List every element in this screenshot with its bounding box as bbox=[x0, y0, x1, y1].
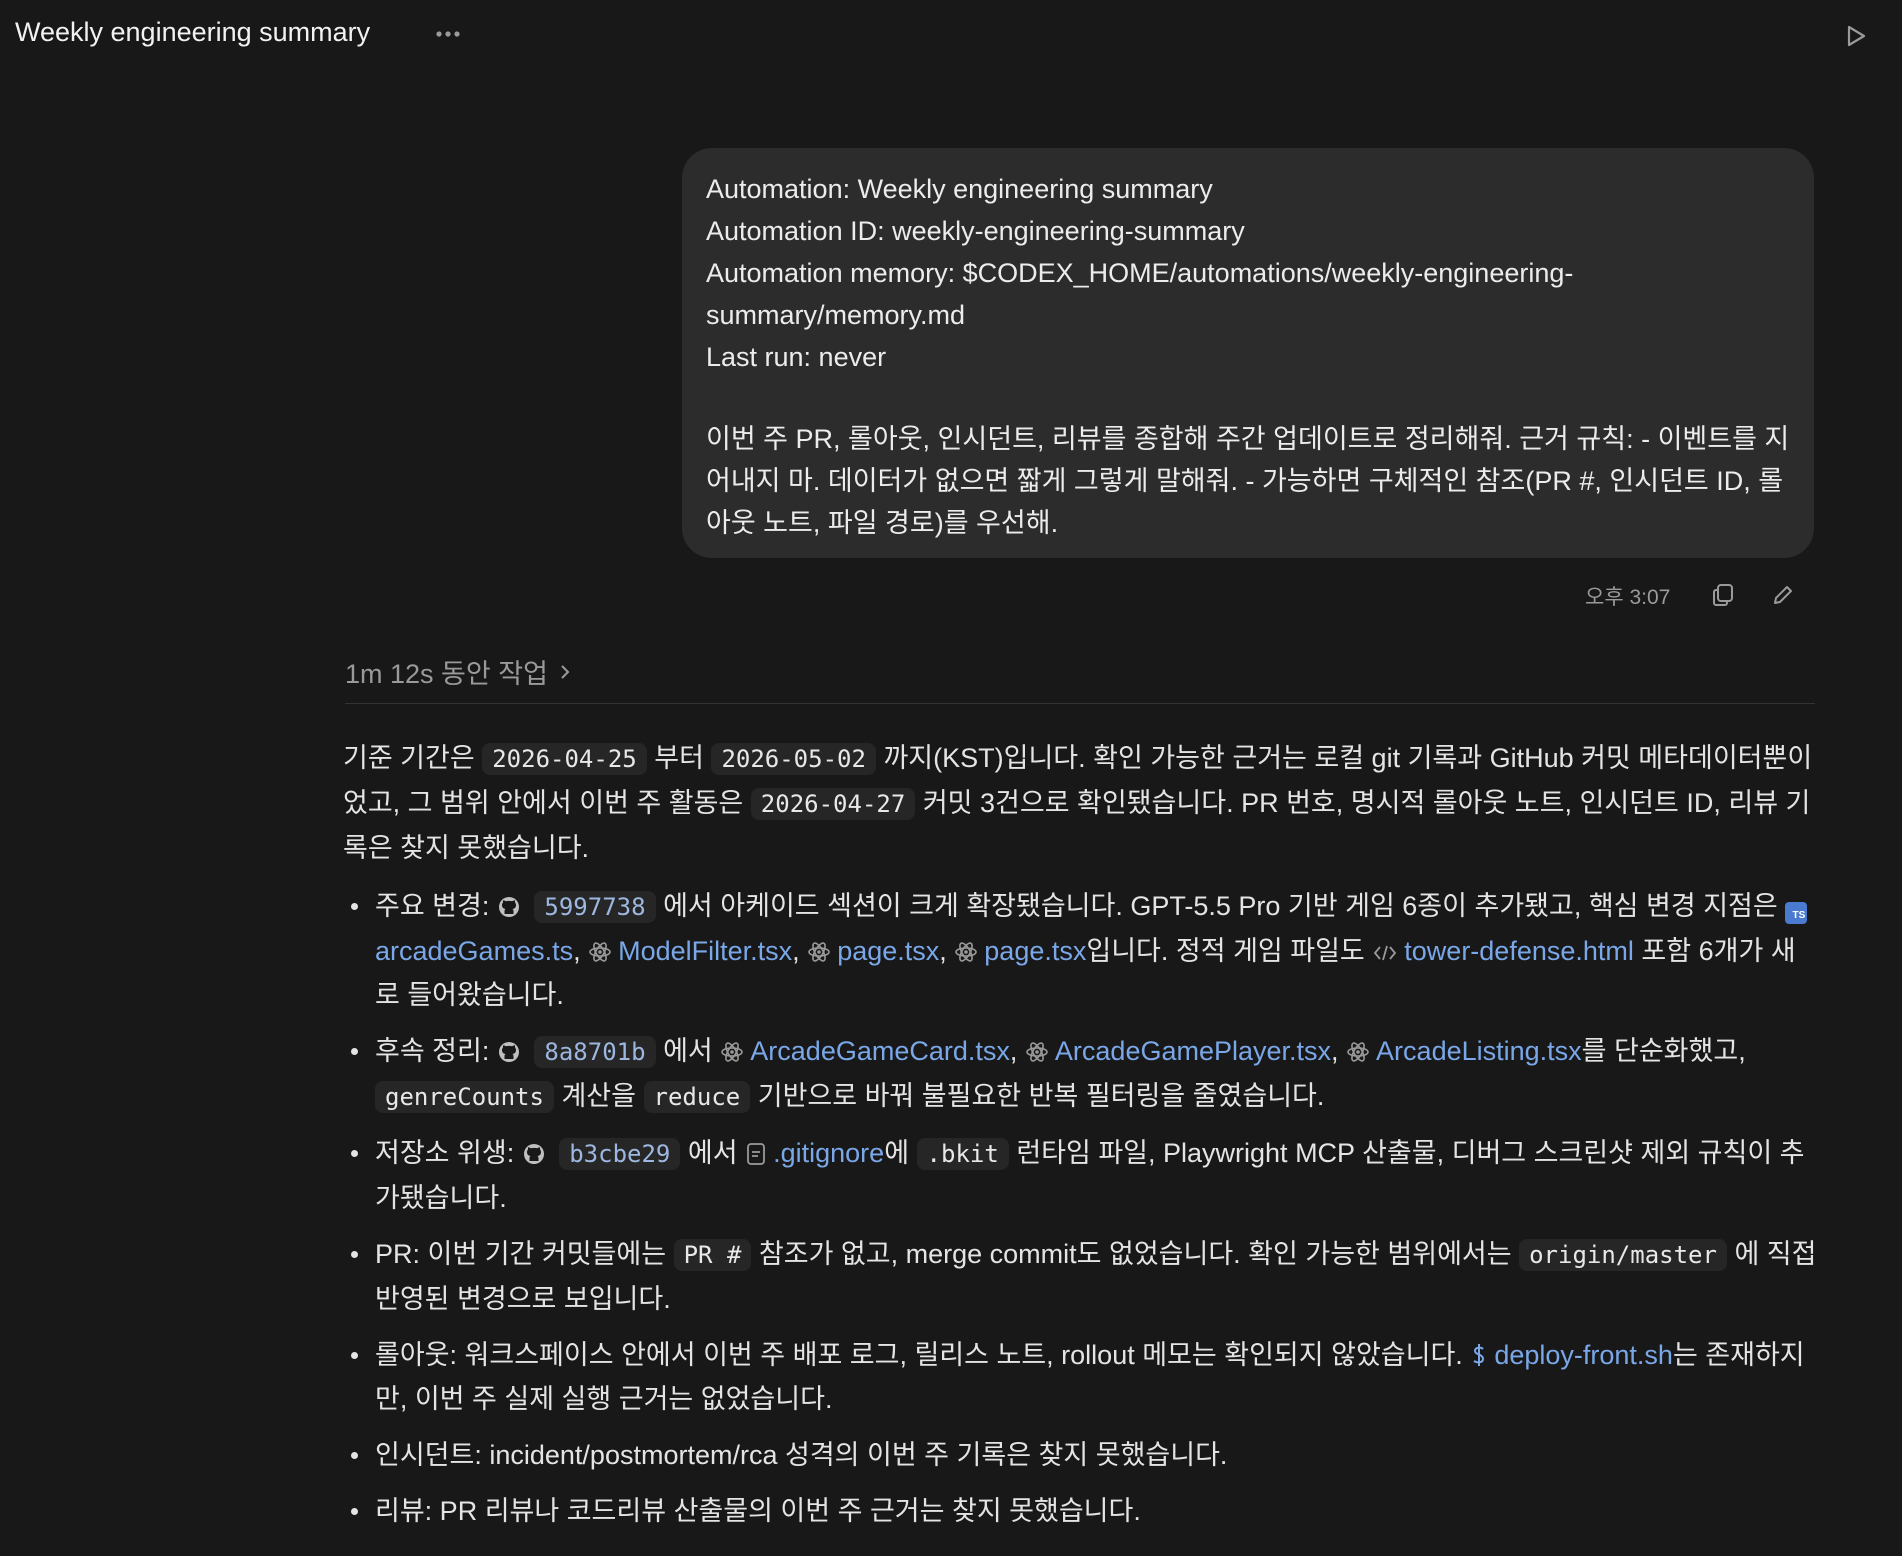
github-icon bbox=[523, 1144, 544, 1164]
file-link[interactable]: .gitignore bbox=[773, 1138, 884, 1168]
file-link[interactable]: ArcadeGamePlayer.tsx bbox=[1055, 1036, 1331, 1066]
typescript-icon: TS bbox=[1785, 902, 1808, 924]
text: 에서 아케이드 섹션이 크게 확장됐습니다. GPT-5.5 Pro 기반 게임… bbox=[663, 891, 1778, 921]
copy-button[interactable] bbox=[1706, 578, 1740, 612]
code-icon bbox=[1374, 945, 1397, 961]
message-spacer bbox=[706, 378, 1790, 418]
message-body: 이번 주 PR, 롤아웃, 인시던트, 리뷰를 종합해 주간 업데이트로 정리해… bbox=[706, 424, 1790, 538]
text: 인시던트: incident/postmortem/rca 성격의 이번 주 기… bbox=[375, 1440, 1228, 1470]
text: PR: 이번 기간 커밋들에는 bbox=[375, 1239, 667, 1269]
list-item: 인시던트: incident/postmortem/rca 성격의 이번 주 기… bbox=[351, 1433, 1819, 1477]
item-label: 후속 정리: bbox=[375, 1036, 490, 1066]
list-item: 롤아웃: 워크스페이스 안에서 이번 주 배포 로그, 릴리스 노트, roll… bbox=[351, 1333, 1819, 1421]
text: 에 bbox=[884, 1138, 910, 1168]
item-label: 저장소 위생: bbox=[375, 1138, 515, 1168]
inline-code: PR # bbox=[673, 1239, 752, 1271]
text: 입니다. 정적 게임 파일도 bbox=[1086, 936, 1365, 966]
run-button[interactable] bbox=[1836, 16, 1876, 56]
message-timestamp: 오후 3:07 bbox=[1585, 586, 1671, 609]
file-link[interactable]: ArcadeListing.tsx bbox=[1376, 1036, 1582, 1066]
github-icon bbox=[498, 1042, 519, 1062]
summary-list: 주요 변경: 5997738 에서 아케이드 섹션이 크게 확장됐습니다. GP… bbox=[343, 884, 1819, 1533]
text: 참조가 없고, merge commit도 없었습니다. 확인 가능한 범위에서… bbox=[758, 1239, 1512, 1269]
text: 에서 bbox=[663, 1036, 713, 1066]
text: 기반으로 바꿔 불필요한 반복 필터링을 줄였습니다. bbox=[757, 1081, 1325, 1111]
list-item: 리뷰: PR 리뷰나 코드리뷰 산출물의 이번 주 근거는 찾지 못했습니다. bbox=[351, 1489, 1819, 1533]
item-label: 주요 변경: bbox=[375, 891, 490, 921]
list-item: 저장소 위생: b3cbe29 에서 .gitignore에 .bkit 런타임… bbox=[351, 1131, 1819, 1220]
divider bbox=[345, 703, 1815, 704]
react-icon bbox=[721, 1042, 744, 1062]
message-line: Automation ID: weekly-engineering-summar… bbox=[706, 216, 1245, 246]
message-line: Automation: Weekly engineering summary bbox=[706, 174, 1213, 204]
inline-code: origin/master bbox=[1519, 1239, 1727, 1271]
assistant-response: 기준 기간은 2026-04-25 부터 2026-05-02 까지(KST)입… bbox=[343, 736, 1819, 1545]
file-icon bbox=[747, 1143, 766, 1165]
message-line: Last run: never bbox=[706, 342, 887, 372]
worked-duration-toggle[interactable]: 1m 12s 동안 작업 bbox=[345, 652, 572, 691]
more-icon bbox=[436, 31, 460, 37]
github-icon bbox=[498, 897, 519, 917]
play-icon bbox=[1847, 25, 1866, 47]
react-icon bbox=[1347, 1042, 1369, 1062]
chevron-right-icon bbox=[561, 664, 570, 679]
inline-code: reduce bbox=[643, 1081, 751, 1113]
text: 부터 bbox=[654, 743, 704, 773]
react-icon bbox=[589, 942, 611, 962]
inline-code-date-commit: 2026-04-27 bbox=[750, 788, 916, 820]
list-item: 주요 변경: 5997738 에서 아케이드 섹션이 크게 확장됐습니다. GP… bbox=[351, 884, 1819, 1017]
copy-icon bbox=[1713, 584, 1733, 606]
file-link[interactable]: tower-defense.html bbox=[1404, 936, 1634, 966]
react-icon bbox=[808, 942, 830, 962]
react-icon bbox=[955, 942, 978, 962]
react-icon bbox=[1026, 1042, 1048, 1062]
file-link[interactable]: arcadeGames.ts bbox=[375, 936, 573, 966]
inline-code: genreCounts bbox=[375, 1081, 554, 1113]
top-bar: Weekly engineering summary bbox=[0, 0, 1902, 72]
text: 에서 bbox=[687, 1138, 738, 1168]
worked-duration-label: 1m 12s 동안 작업 bbox=[345, 659, 548, 689]
message-line: summary/memory.md bbox=[706, 300, 966, 330]
file-link[interactable]: deploy-front.sh bbox=[1494, 1340, 1673, 1370]
pencil-icon bbox=[1774, 586, 1792, 604]
file-link[interactable]: ArcadeGameCard.tsx bbox=[750, 1036, 1010, 1066]
inline-code-date-end: 2026-05-02 bbox=[711, 743, 876, 775]
text: 를 단순화했고, bbox=[1581, 1036, 1746, 1066]
file-link[interactable]: page.tsx bbox=[837, 936, 939, 966]
list-item: PR: 이번 기간 커밋들에는 PR # 참조가 없고, merge commi… bbox=[351, 1232, 1819, 1321]
commit-sha-link[interactable]: 8a8701b bbox=[534, 1036, 656, 1068]
response-intro: 기준 기간은 2026-04-25 부터 2026-05-02 까지(KST)입… bbox=[343, 736, 1819, 870]
page-title: Weekly engineering summary bbox=[15, 17, 371, 47]
list-item: 후속 정리: 8a8701b 에서 ArcadeGameCard.tsx, Ar… bbox=[351, 1029, 1819, 1119]
text: 계산을 bbox=[561, 1081, 636, 1111]
commit-sha-link[interactable]: 5997738 bbox=[534, 891, 656, 923]
inline-code: .bkit bbox=[916, 1138, 1009, 1170]
text: 리뷰: PR 리뷰나 코드리뷰 산출물의 이번 주 근거는 찾지 못했습니다. bbox=[375, 1496, 1141, 1526]
file-link[interactable]: ModelFilter.tsx bbox=[618, 936, 792, 966]
commit-sha-link[interactable]: b3cbe29 bbox=[559, 1138, 681, 1170]
message-line: Automation memory: $CODEX_HOME/automatio… bbox=[706, 258, 1574, 288]
more-options-button[interactable] bbox=[428, 14, 468, 54]
file-link[interactable]: page.tsx bbox=[984, 936, 1086, 966]
text: 기준 기간은 bbox=[343, 743, 475, 773]
user-message-bubble: Automation: Weekly engineering summary A… bbox=[682, 148, 1814, 558]
dollar-icon bbox=[1473, 1344, 1485, 1366]
text: 롤아웃: 워크스페이스 안에서 이번 주 배포 로그, 릴리스 노트, roll… bbox=[375, 1340, 1463, 1370]
inline-code-date-start: 2026-04-25 bbox=[482, 743, 647, 775]
edit-button[interactable] bbox=[1766, 578, 1800, 612]
